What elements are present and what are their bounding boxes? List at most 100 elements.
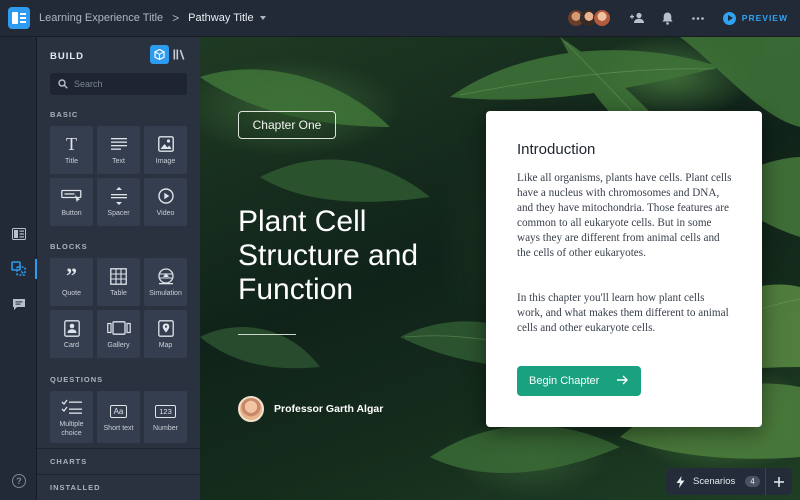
left-rail: ?	[0, 37, 37, 500]
library-view-button[interactable]	[169, 45, 188, 64]
begin-chapter-label: Begin Chapter	[529, 375, 600, 387]
tile-label: Multiple choice	[59, 421, 84, 437]
begin-chapter-button[interactable]: Begin Chapter	[517, 366, 641, 396]
text-lines-icon	[110, 138, 127, 151]
tile-card[interactable]: Card	[50, 310, 93, 358]
page-title[interactable]: Plant Cell Structure and Function	[238, 205, 468, 307]
book-icon	[11, 228, 26, 240]
tile-text[interactable]: Text	[97, 126, 140, 174]
search-input[interactable]	[74, 79, 174, 89]
tile-gallery[interactable]: Gallery	[97, 310, 140, 358]
rail-comments-button[interactable]	[0, 290, 37, 318]
search-field[interactable]	[50, 73, 187, 95]
caret-down-icon	[259, 16, 266, 20]
tile-multiple-choice[interactable]: Multiple choice	[50, 391, 93, 443]
add-people-icon[interactable]	[629, 9, 647, 27]
short-text-icon: Aa	[109, 404, 128, 418]
plus-icon	[774, 476, 784, 487]
card-heading[interactable]: Introduction	[517, 141, 595, 158]
collaborator-avatars[interactable]	[566, 9, 611, 27]
tile-spacer[interactable]: Spacer	[97, 178, 140, 226]
tile-table[interactable]: Table	[97, 258, 140, 306]
breadcrumb-pathway-label: Pathway Title	[188, 12, 254, 24]
intro-card: Introduction Like all organisms, plants …	[486, 111, 762, 427]
preview-button[interactable]: PREVIEW	[722, 11, 788, 25]
card-icon	[63, 320, 80, 337]
gallery-icon	[106, 321, 131, 336]
top-right-actions: PREVIEW	[566, 0, 800, 37]
tile-short-text[interactable]: Aa Short text	[97, 391, 140, 443]
blocks-view-button[interactable]	[150, 45, 169, 64]
image-icon	[157, 136, 174, 153]
section-questions: QUESTIONS	[50, 375, 104, 384]
cube-icon	[154, 49, 165, 60]
library-icon	[173, 49, 184, 60]
breadcrumb-experience[interactable]: Learning Experience Title	[39, 12, 163, 24]
more-icon[interactable]	[689, 9, 707, 27]
avatar[interactable]	[592, 9, 611, 27]
bell-icon[interactable]	[659, 9, 677, 27]
rail-build-button[interactable]	[0, 255, 37, 283]
app-logo-icon[interactable]	[8, 7, 30, 29]
rail-outline-button[interactable]	[0, 220, 37, 248]
section-charts[interactable]: CHARTS	[37, 448, 200, 474]
number-icon: 123	[155, 404, 176, 418]
tile-video[interactable]: Video	[144, 178, 187, 226]
tile-label: Number	[153, 425, 178, 433]
tile-image[interactable]: Image	[144, 126, 187, 174]
tile-quote[interactable]: ” Quote	[50, 258, 93, 306]
tile-label: Title	[65, 158, 78, 166]
tile-map[interactable]: Map	[144, 310, 187, 358]
tile-label: Card	[63, 342, 80, 350]
tile-label: Simulation	[149, 290, 182, 298]
tile-label: Table	[110, 290, 127, 298]
view-toggle	[150, 45, 188, 64]
chapter-tag[interactable]: Chapter One	[238, 111, 336, 139]
tile-label: Image	[155, 158, 176, 166]
top-bar: Learning Experience Title > Pathway Titl…	[0, 0, 800, 37]
tile-label: Text	[112, 158, 125, 166]
checklist-icon	[61, 400, 82, 415]
tile-number[interactable]: 123 Number	[144, 391, 187, 443]
map-pin-icon	[157, 320, 174, 337]
add-scenario-button[interactable]	[765, 468, 792, 495]
chapter-canvas: Chapter One Plant Cell Structure and Fun…	[200, 37, 800, 500]
title-divider	[238, 334, 296, 335]
tile-button[interactable]: Button	[50, 178, 93, 226]
card-paragraph-2[interactable]: In this chapter you'll learn how plant c…	[517, 291, 733, 336]
panel-title: BUILD	[50, 51, 85, 62]
section-installed[interactable]: INSTALLED	[37, 474, 200, 500]
build-panel: BUILD BASIC T Title Text Image Button	[37, 37, 200, 500]
quote-icon: ”	[66, 263, 77, 289]
table-icon	[110, 268, 127, 285]
tile-label: Quote	[61, 290, 82, 298]
comment-icon	[12, 298, 25, 310]
tile-label: Spacer	[107, 210, 130, 218]
tile-label: Video	[156, 210, 175, 218]
author-name[interactable]: Professor Garth Algar	[274, 403, 383, 415]
breadcrumb-separator: >	[172, 11, 180, 25]
author: Professor Garth Algar	[238, 396, 383, 422]
basic-grid: T Title Text Image Button Spacer Video	[50, 126, 190, 226]
tile-label: Short text	[103, 425, 134, 433]
breadcrumb-pathway[interactable]: Pathway Title	[188, 12, 266, 24]
section-blocks: BLOCKS	[50, 242, 88, 251]
build-blocks-icon	[10, 261, 26, 276]
search-icon	[58, 79, 68, 89]
tile-label: Gallery	[107, 342, 130, 350]
spacer-icon	[110, 187, 127, 206]
section-basic: BASIC	[50, 110, 79, 119]
tile-title[interactable]: T Title	[50, 126, 93, 174]
help-icon[interactable]: ?	[12, 474, 26, 488]
card-paragraph-1[interactable]: Like all organisms, plants have cells. P…	[517, 171, 733, 261]
lightning-icon	[676, 475, 685, 488]
tile-label: Button	[61, 210, 82, 218]
play-icon	[722, 11, 736, 25]
avatar	[238, 396, 264, 422]
preview-label: PREVIEW	[741, 13, 788, 23]
tile-simulation[interactable]: Simulation	[144, 258, 187, 306]
questions-grid: Multiple choice Aa Short text 123 Number	[50, 391, 190, 443]
scenarios-bar[interactable]: Scenarios 4	[666, 468, 792, 495]
simulation-icon	[157, 268, 174, 285]
scenarios-count-badge: 4	[745, 476, 760, 487]
